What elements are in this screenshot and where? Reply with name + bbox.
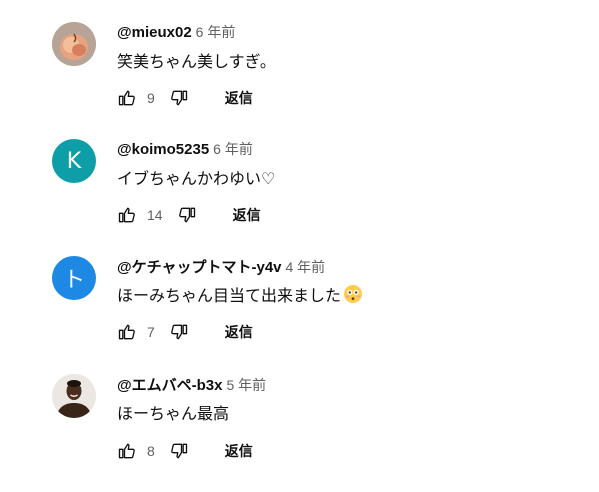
comment-item: @エムバペ-b3x 5 年前 ほーちゃん最高 8 返信 [0, 374, 599, 492]
like-count: 8 [147, 443, 155, 459]
like-button[interactable] [117, 441, 137, 461]
comment-timestamp[interactable]: 4 年前 [286, 259, 326, 275]
like-count: 14 [147, 207, 163, 223]
avatar[interactable] [52, 374, 96, 418]
comment-timestamp[interactable]: 5 年前 [226, 377, 266, 393]
avatar-letter: K [66, 148, 82, 174]
comment-header: @エムバペ-b3x 5 年前 [117, 374, 266, 395]
comment-actions: 8 返信 [117, 439, 253, 463]
comment-actions: 9 返信 [117, 86, 253, 110]
author-name[interactable]: @ケチャップトマト-y4v [117, 259, 282, 276]
comment-item: @mieux02 6 年前 笑美ちゃん美しすぎ。 9 返信 [0, 22, 599, 140]
like-button[interactable] [117, 88, 137, 108]
comment-text: ほーみちゃん目当て出来ました [117, 282, 363, 306]
like-count: 7 [147, 324, 155, 340]
peach-photo-avatar-icon [52, 22, 96, 66]
comment-text: ほーちゃん最高 [117, 400, 229, 424]
person-photo-avatar-icon [52, 374, 96, 418]
avatar[interactable] [52, 22, 96, 66]
thumbs-up-icon [118, 90, 135, 106]
comment-text-content: イブちゃんかわゆい♡ [117, 171, 276, 188]
like-button[interactable] [117, 322, 137, 342]
reply-button[interactable]: 返信 [225, 88, 253, 108]
like-button[interactable] [117, 205, 137, 225]
flushed-face-emoji-icon [343, 284, 363, 304]
comment-actions: 14 返信 [117, 203, 261, 227]
thumbs-up-icon [118, 207, 135, 223]
comment-text-content: ほーちゃん最高 [117, 406, 230, 423]
thumbs-up-icon [118, 443, 135, 459]
comment-timestamp[interactable]: 6 年前 [213, 141, 253, 157]
comment-text: 笑美ちゃん美しすぎ。 [117, 48, 276, 72]
comment-list: @mieux02 6 年前 笑美ちゃん美しすぎ。 9 返信 K @koimo523… [0, 0, 599, 474]
comment-header: @mieux02 6 年前 [117, 22, 235, 42]
reply-button[interactable]: 返信 [225, 441, 253, 461]
dislike-button[interactable] [169, 88, 189, 108]
comment-item: K @koimo5235 6 年前 イブちゃんかわゆい♡ 14 返信 [0, 139, 599, 257]
comment-text: イブちゃんかわゆい♡ [117, 165, 275, 189]
author-name[interactable]: @mieux02 [117, 24, 192, 41]
reply-button[interactable]: 返信 [225, 322, 253, 342]
author-name[interactable]: @koimo5235 [117, 141, 209, 158]
thumbs-down-icon [178, 207, 195, 223]
comment-header: @ケチャップトマト-y4v 4 年前 [117, 256, 325, 277]
avatar-letter: ト [62, 268, 85, 293]
comment-header: @koimo5235 6 年前 [117, 139, 253, 159]
dislike-button[interactable] [169, 441, 189, 461]
thumbs-up-icon [118, 324, 135, 340]
like-count: 9 [147, 90, 155, 106]
comment-timestamp[interactable]: 6 年前 [196, 24, 236, 40]
thumbs-down-icon [170, 90, 187, 106]
comment-text-content: 笑美ちゃん美しすぎ。 [117, 54, 276, 71]
avatar[interactable]: ト [52, 256, 96, 300]
comment-text-content: ほーみちゃん目当て出来ました [117, 288, 342, 305]
author-name[interactable]: @エムバペ-b3x [117, 377, 222, 394]
comment-actions: 7 返信 [117, 320, 253, 344]
dislike-button[interactable] [177, 205, 197, 225]
avatar[interactable]: K [52, 139, 96, 183]
dislike-button[interactable] [169, 322, 189, 342]
thumbs-down-icon [170, 324, 187, 340]
comment-item: ト @ケチャップトマト-y4v 4 年前 ほーみちゃん目当て出来ました 7 返信 [0, 256, 599, 374]
reply-button[interactable]: 返信 [233, 205, 261, 225]
thumbs-down-icon [170, 443, 187, 459]
